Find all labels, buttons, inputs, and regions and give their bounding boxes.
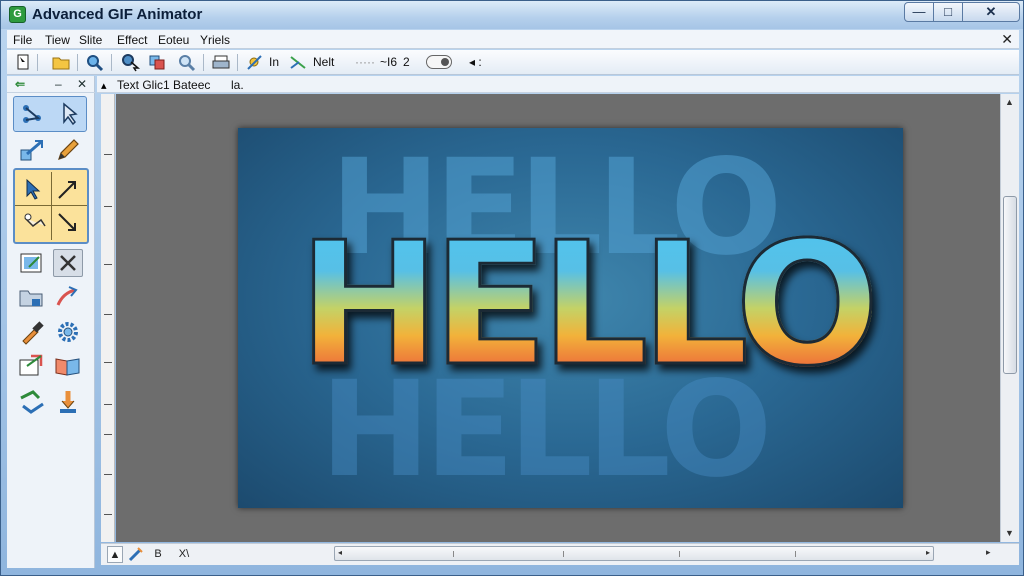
minimize-button[interactable]: —	[904, 2, 934, 22]
main-toolbar: In Nelt ····· ~I6 2 ◂ :	[7, 50, 1019, 75]
palette-back-icon[interactable]: ⇐	[15, 77, 25, 91]
gear-icon[interactable]	[53, 318, 83, 346]
menu-close-icon[interactable]: ✕	[1001, 31, 1013, 48]
loop-toggle[interactable]	[426, 55, 452, 69]
arrow-move-icon[interactable]	[17, 136, 47, 164]
vertical-scroll-thumb[interactable]	[1003, 196, 1017, 374]
vertical-ruler	[101, 94, 115, 542]
app-window: G Advanced GIF Animator — □ ✕ File Tiew …	[0, 0, 1024, 576]
palette-minimize-icon[interactable]: –	[55, 77, 62, 91]
menu-slide[interactable]: Slite	[79, 33, 102, 47]
frame-edit-icon[interactable]	[17, 249, 47, 277]
tool-palette: ⇐ – ✕	[7, 76, 95, 568]
scroll-down-icon[interactable]: ▼	[1005, 528, 1014, 538]
node-select-icon[interactable]	[18, 100, 48, 128]
folder-icon[interactable]	[17, 283, 47, 311]
title-bar: G Advanced GIF Animator — □ ✕	[1, 1, 1023, 29]
document-tab-suffix: la.	[231, 78, 244, 92]
document-tab-label[interactable]: Text Glic1 Bateec	[117, 78, 210, 92]
menu-edit[interactable]: Eoteu	[158, 33, 189, 47]
toolbar-trailing-arrow[interactable]: ◂ :	[469, 55, 482, 69]
resize-arrow-icon[interactable]	[53, 208, 83, 236]
new-file-icon[interactable]	[13, 53, 33, 72]
zoom-icon[interactable]	[85, 53, 105, 72]
toolbar-separator	[111, 54, 112, 71]
transform-tool-group	[13, 168, 89, 244]
eyedropper-icon[interactable]	[17, 318, 47, 346]
palette-close-icon[interactable]: ✕	[77, 77, 87, 91]
menu-tools[interactable]: Yriels	[200, 33, 230, 47]
toolbar-label-in[interactable]: In	[269, 55, 279, 69]
close-button[interactable]: ✕	[962, 2, 1020, 22]
status-up-button[interactable]: ▲	[107, 546, 123, 563]
menu-bar: File Tiew Slite Effect Eoteu Yriels ✕	[7, 30, 1019, 49]
selection-tool-group	[13, 96, 87, 132]
pointer-icon[interactable]	[19, 176, 49, 204]
toolbar-frame-delay[interactable]: ~I6	[380, 55, 397, 69]
toolbar-separator	[237, 54, 238, 71]
status-draw-icon[interactable]	[127, 546, 145, 563]
text-layer-icon: ▴	[101, 80, 107, 92]
toolbar-label-next[interactable]: Nelt	[313, 55, 334, 69]
toolbar-frame-count: 2	[403, 55, 410, 69]
direct-select-icon[interactable]	[54, 100, 84, 128]
import-down-icon[interactable]	[53, 388, 83, 416]
tool-group-divider	[51, 172, 52, 240]
menu-effect[interactable]: Effect	[117, 33, 147, 47]
window-title: Advanced GIF Animator	[32, 6, 203, 23]
horizontal-scrollbar[interactable]: ◂ ▸	[334, 546, 934, 561]
open-folder-icon[interactable]	[51, 53, 71, 72]
toolbar-separator	[203, 54, 204, 71]
open-book-icon[interactable]	[53, 352, 83, 380]
scroll-left-icon[interactable]: ◂	[338, 548, 342, 557]
toolbar-separator	[77, 54, 78, 71]
gif-frame-preview[interactable]: HELLO HELLO HELLO	[238, 128, 903, 508]
toolbar-separator	[37, 54, 38, 71]
vertical-scrollbar[interactable]: ▲ ▼	[1000, 94, 1019, 542]
curve-arrow-icon[interactable]	[53, 283, 83, 311]
frame-add-icon[interactable]	[17, 352, 47, 380]
document-tab-bar: ▴ Text Glic1 Bateec la.	[97, 76, 1019, 93]
pencil-icon[interactable]	[53, 136, 83, 164]
gif-animator-app-icon[interactable]: G	[9, 6, 26, 23]
close-x-icon[interactable]	[53, 249, 83, 277]
menu-view[interactable]: Tiew	[45, 33, 70, 47]
crop-corner-icon[interactable]	[19, 208, 49, 236]
swap-arrows-icon[interactable]	[17, 388, 47, 416]
status-bold-button[interactable]: B	[151, 546, 165, 563]
main-text-layer[interactable]: HELLO	[297, 219, 882, 392]
palette-header: ⇐ – ✕	[7, 76, 95, 93]
zoom-select-icon[interactable]	[121, 53, 141, 72]
transition-icon[interactable]	[289, 53, 309, 72]
zoom-out-icon[interactable]	[177, 53, 197, 72]
copy-frames-icon[interactable]	[147, 53, 167, 72]
maximize-button[interactable]: □	[933, 2, 963, 22]
status-clear-button[interactable]: X\	[175, 546, 193, 563]
effects-wizard-icon[interactable]	[245, 53, 265, 72]
status-end-arrow[interactable]: ▸	[986, 547, 991, 558]
scroll-right-icon[interactable]: ▸	[926, 548, 930, 557]
scroll-up-icon[interactable]: ▲	[1005, 97, 1014, 107]
toolbar-dotted-separator: ·····	[355, 55, 375, 69]
print-icon[interactable]	[211, 53, 231, 72]
transform-arrow-icon[interactable]	[53, 176, 83, 204]
menu-file[interactable]: File	[13, 33, 32, 47]
